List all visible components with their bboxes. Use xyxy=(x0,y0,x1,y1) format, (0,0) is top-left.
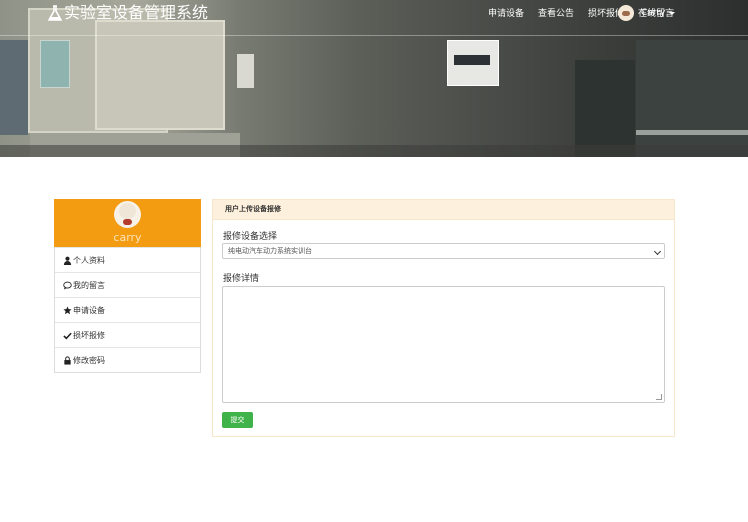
device-select-value: 纯电动汽车动力系统实训台 xyxy=(228,247,312,255)
sidebar-item-label: 申请设备 xyxy=(73,305,105,315)
user-menu[interactable]: Carry xyxy=(618,5,676,21)
sidebar-item-label: 我的留言 xyxy=(73,280,105,290)
sidebar-item-repair[interactable]: 损坏报修 xyxy=(55,322,200,347)
sidebar-item-password[interactable]: 修改密码 xyxy=(55,347,200,372)
star-icon xyxy=(63,305,72,314)
brand-title: 实验室设备管理系统 xyxy=(64,3,209,22)
nav-announcements[interactable]: 查看公告 xyxy=(538,8,574,20)
sidebar-menu: 个人资料 我的留言 申请设备 损坏报修 修改密码 xyxy=(54,247,201,373)
detail-textarea[interactable] xyxy=(222,286,665,403)
lock-icon xyxy=(64,355,71,365)
profile-avatar xyxy=(114,201,141,228)
profile-card: carry xyxy=(54,199,201,247)
profile-username: carry xyxy=(113,231,142,244)
sidebar: carry 个人资料 我的留言 申请设备 损坏报修 修改密码 xyxy=(54,199,201,373)
sidebar-item-profile[interactable]: 个人资料 xyxy=(55,247,200,272)
detail-label: 报修详情 xyxy=(223,274,260,284)
sidebar-item-label: 修改密码 xyxy=(73,355,105,365)
sidebar-item-label: 损坏报修 xyxy=(73,330,105,340)
avatar xyxy=(618,5,634,21)
chevron-down-icon xyxy=(653,247,662,256)
submit-button[interactable]: 提交 xyxy=(222,412,253,428)
user-name: Carry xyxy=(641,8,666,18)
brand-logo[interactable]: 实验室设备管理系统 xyxy=(48,4,208,22)
comment-icon xyxy=(63,281,72,290)
flask-icon xyxy=(48,4,62,21)
device-select[interactable]: 纯电动汽车动力系统实训台 xyxy=(222,243,665,259)
repair-form-panel: 用户上传设备报修 报修设备选择 纯电动汽车动力系统实训台 报修详情 提交 xyxy=(212,199,675,437)
sidebar-item-messages[interactable]: 我的留言 xyxy=(55,272,200,297)
sidebar-item-label: 个人资料 xyxy=(73,255,105,265)
check-icon xyxy=(63,332,72,340)
caret-down-icon xyxy=(669,11,676,15)
nav-apply-device[interactable]: 申请设备 xyxy=(488,8,524,20)
sidebar-item-apply[interactable]: 申请设备 xyxy=(55,297,200,322)
user-icon xyxy=(63,256,72,265)
top-navbar: 实验室设备管理系统 申请设备 查看公告 损坏报修 在线留言 Carry xyxy=(0,0,748,36)
device-select-label: 报修设备选择 xyxy=(223,232,278,242)
panel-title: 用户上传设备报修 xyxy=(213,200,674,220)
resize-handle-icon[interactable] xyxy=(656,394,662,400)
